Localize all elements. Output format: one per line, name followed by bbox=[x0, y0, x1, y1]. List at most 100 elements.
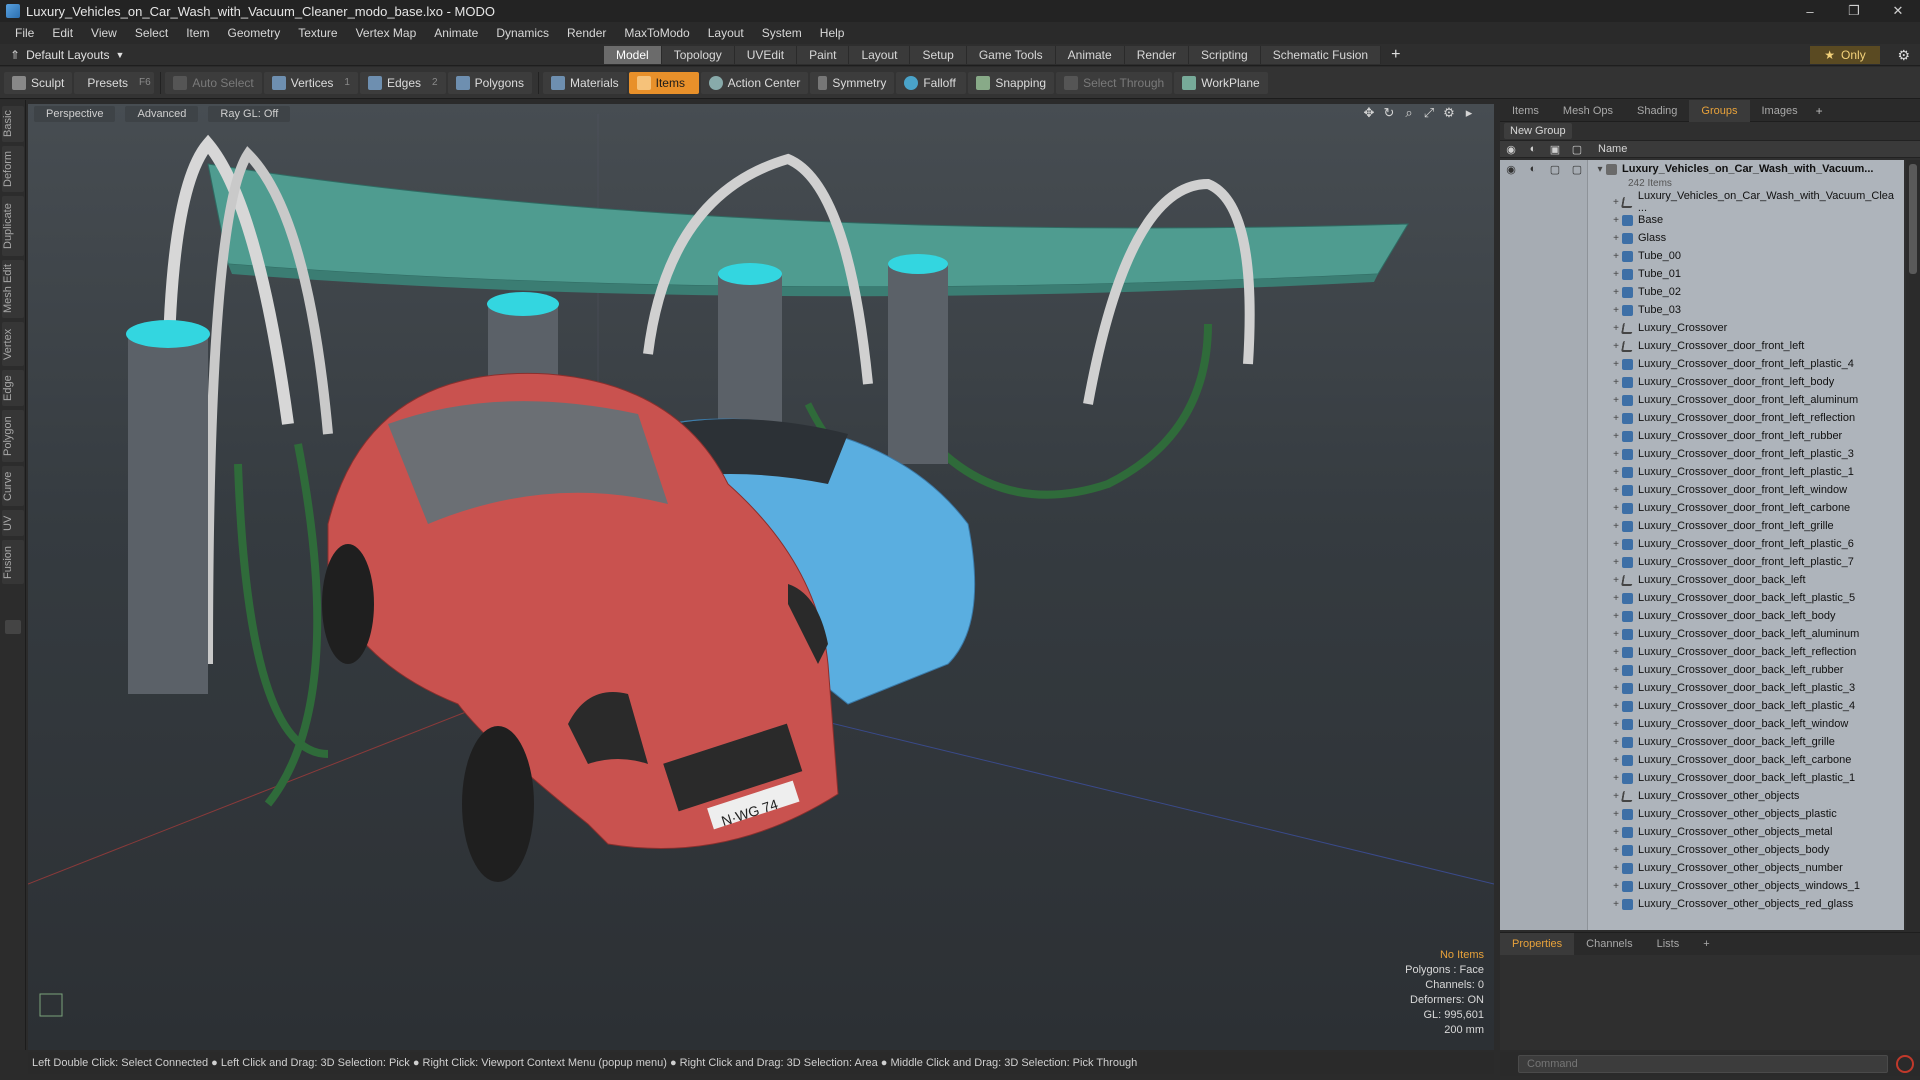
menu-layout[interactable]: Layout bbox=[699, 26, 753, 40]
tab-channels[interactable]: Channels bbox=[1574, 933, 1644, 955]
falloff-button[interactable]: Falloff bbox=[896, 71, 967, 94]
render-column-icon[interactable]: ◐ bbox=[1522, 143, 1544, 155]
menu-vertex-map[interactable]: Vertex Map bbox=[347, 26, 426, 40]
tab-vertex[interactable]: Vertex bbox=[2, 322, 24, 366]
tree-expand-icon[interactable]: + bbox=[1610, 233, 1622, 244]
tree-item-row[interactable]: + Luxury_Crossover_door_back_left_plastic… bbox=[1500, 679, 1904, 697]
tree-expand-icon[interactable]: + bbox=[1610, 737, 1622, 748]
tree-expand-icon[interactable]: + bbox=[1610, 431, 1622, 442]
add-tab-button[interactable]: + bbox=[1381, 46, 1410, 64]
tree-item-row[interactable]: + Luxury_Crossover_door_front_left_reflec… bbox=[1500, 409, 1904, 427]
visibility-column-icon[interactable]: ◉ bbox=[1500, 143, 1522, 156]
tree-expand-icon[interactable]: + bbox=[1610, 593, 1622, 604]
scrollbar-thumb[interactable] bbox=[1909, 164, 1917, 274]
action-center-button[interactable]: Action Center bbox=[700, 71, 809, 94]
tree-item-row[interactable]: + Luxury_Crossover_door_back_left_reflect… bbox=[1500, 643, 1904, 661]
tree-expand-icon[interactable]: + bbox=[1610, 485, 1622, 496]
gear-icon[interactable]: ⚙ bbox=[1897, 47, 1910, 64]
tree-item-row[interactable]: + Luxury_Crossover_door_back_left_window bbox=[1500, 715, 1904, 733]
tree-item-row[interactable]: + Luxury_Crossover_other_objects_plastic bbox=[1500, 805, 1904, 823]
tab-layout[interactable]: Layout bbox=[849, 46, 911, 64]
tree-item-row[interactable]: + Luxury_Crossover_door_front_left_body bbox=[1500, 373, 1904, 391]
items-button[interactable]: Items bbox=[628, 71, 699, 94]
sculpt-button[interactable]: Sculpt bbox=[4, 71, 73, 94]
new-group-button[interactable]: New Group bbox=[1504, 123, 1572, 139]
tree-item-row[interactable]: + Luxury_Crossover_other_objects_body bbox=[1500, 841, 1904, 859]
pan-icon[interactable]: ✥ bbox=[1362, 105, 1376, 120]
expand-icon[interactable]: ▾ bbox=[1594, 164, 1606, 175]
menu-select[interactable]: Select bbox=[126, 26, 177, 40]
chevron-right-icon[interactable]: ▸ bbox=[1462, 105, 1476, 120]
tree-expand-icon[interactable]: + bbox=[1610, 341, 1622, 352]
tree-expand-icon[interactable]: + bbox=[1610, 449, 1622, 460]
tree-expand-icon[interactable]: + bbox=[1610, 305, 1622, 316]
view-perspective-button[interactable]: Perspective bbox=[34, 106, 116, 122]
tree-expand-icon[interactable]: + bbox=[1610, 665, 1622, 676]
tab-curve[interactable]: Curve bbox=[2, 466, 24, 506]
tree-item-row[interactable]: + Tube_03 bbox=[1500, 301, 1904, 319]
tree-item-row[interactable]: + Luxury_Crossover_door_front_left_window bbox=[1500, 481, 1904, 499]
tab-paint[interactable]: Paint bbox=[797, 46, 850, 64]
tree-item-row[interactable]: + Luxury_Crossover_other_objects_number bbox=[1500, 859, 1904, 877]
3d-viewport[interactable]: N·WG 74 Perspective Advanced Ray GL: Off… bbox=[28, 104, 1494, 1050]
tree-item-row[interactable]: + Luxury_Crossover_door_front_left_plasti… bbox=[1500, 535, 1904, 553]
tree-item-row[interactable]: + Glass bbox=[1500, 229, 1904, 247]
tree-expand-icon[interactable]: + bbox=[1610, 539, 1622, 550]
menu-animate[interactable]: Animate bbox=[425, 26, 487, 40]
tree-expand-icon[interactable]: + bbox=[1610, 827, 1622, 838]
vertices-button[interactable]: Vertices 1 bbox=[263, 71, 358, 94]
tab-lists[interactable]: Lists bbox=[1645, 933, 1692, 955]
shading-advanced-button[interactable]: Advanced bbox=[125, 106, 199, 122]
tree-item-row[interactable]: + Luxury_Crossover_door_front_left_plasti… bbox=[1500, 463, 1904, 481]
groups-scrollbar[interactable] bbox=[1906, 160, 1920, 930]
command-input[interactable] bbox=[1518, 1055, 1888, 1073]
tree-item-row[interactable]: + Luxury_Crossover_door_front_left_rubber bbox=[1500, 427, 1904, 445]
tab-duplicate[interactable]: Duplicate bbox=[2, 196, 24, 256]
tree-item-row[interactable]: + Luxury_Crossover_door_back_left_body bbox=[1500, 607, 1904, 625]
add-panel-tab-button[interactable]: + bbox=[1810, 104, 1829, 118]
tree-expand-icon[interactable]: + bbox=[1610, 647, 1622, 658]
tab-schematic-fusion[interactable]: Schematic Fusion bbox=[1260, 46, 1382, 64]
tree-item-row[interactable]: + Luxury_Crossover bbox=[1500, 319, 1904, 337]
tab-fusion[interactable]: Fusion bbox=[2, 540, 24, 584]
tree-item-row[interactable]: + Luxury_Crossover_door_front_left_carbon… bbox=[1500, 499, 1904, 517]
tree-item-row[interactable]: + Base bbox=[1500, 211, 1904, 229]
menu-maxtomodo[interactable]: MaxToModo bbox=[615, 26, 698, 40]
tree-expand-icon[interactable]: + bbox=[1610, 611, 1622, 622]
menu-edit[interactable]: Edit bbox=[43, 26, 82, 40]
tree-expand-icon[interactable]: + bbox=[1610, 467, 1622, 478]
tree-expand-icon[interactable]: + bbox=[1610, 215, 1622, 226]
tree-expand-icon[interactable]: + bbox=[1610, 395, 1622, 406]
symmetry-button[interactable]: Symmetry bbox=[810, 71, 895, 94]
tree-expand-icon[interactable]: + bbox=[1610, 899, 1622, 910]
lock-column-icon[interactable]: ▣ bbox=[1544, 143, 1566, 156]
tree-item-row[interactable]: + Luxury_Crossover_door_back_left_plastic… bbox=[1500, 697, 1904, 715]
menu-help[interactable]: Help bbox=[811, 26, 854, 40]
materials-button[interactable]: Materials bbox=[542, 71, 627, 94]
tree-item-row[interactable]: + Luxury_Crossover_door_front_left_plasti… bbox=[1500, 355, 1904, 373]
tab-groups[interactable]: Groups bbox=[1689, 99, 1750, 122]
tree-item-row[interactable]: + Luxury_Crossover_door_back_left bbox=[1500, 571, 1904, 589]
tree-expand-icon[interactable]: + bbox=[1610, 323, 1622, 334]
tree-expand-icon[interactable]: + bbox=[1610, 809, 1622, 820]
select-column-icon[interactable]: ▢ bbox=[1566, 143, 1588, 156]
tab-deform[interactable]: Deform bbox=[2, 146, 24, 192]
tree-expand-icon[interactable]: + bbox=[1610, 575, 1622, 586]
record-icon[interactable] bbox=[1896, 1055, 1914, 1073]
tree-expand-icon[interactable]: + bbox=[1610, 521, 1622, 532]
tab-properties[interactable]: Properties bbox=[1500, 933, 1575, 955]
tab-mesh-edit[interactable]: Mesh Edit bbox=[2, 260, 24, 318]
tree-expand-icon[interactable]: + bbox=[1610, 269, 1622, 280]
tree-item-row[interactable]: + Luxury_Crossover_door_back_left_rubber bbox=[1500, 661, 1904, 679]
tree-item-row[interactable]: + Luxury_Crossover_door_back_left_carbone bbox=[1500, 751, 1904, 769]
tab-render[interactable]: Render bbox=[1124, 46, 1190, 64]
tree-item-row[interactable]: + Tube_01 bbox=[1500, 265, 1904, 283]
tree-expand-icon[interactable]: + bbox=[1610, 359, 1622, 370]
tree-expand-icon[interactable]: + bbox=[1610, 791, 1622, 802]
minimize-button[interactable]: – bbox=[1788, 0, 1832, 22]
tree-item-row[interactable]: + Luxury_Crossover_door_back_left_plastic… bbox=[1500, 589, 1904, 607]
menu-system[interactable]: System bbox=[753, 26, 811, 40]
tree-item-row[interactable]: + Luxury_Vehicles_on_Car_Wash_with_Vacuum… bbox=[1500, 190, 1904, 214]
name-column-header[interactable]: Name bbox=[1598, 143, 1627, 155]
panel-collapse-handle[interactable] bbox=[5, 620, 21, 634]
